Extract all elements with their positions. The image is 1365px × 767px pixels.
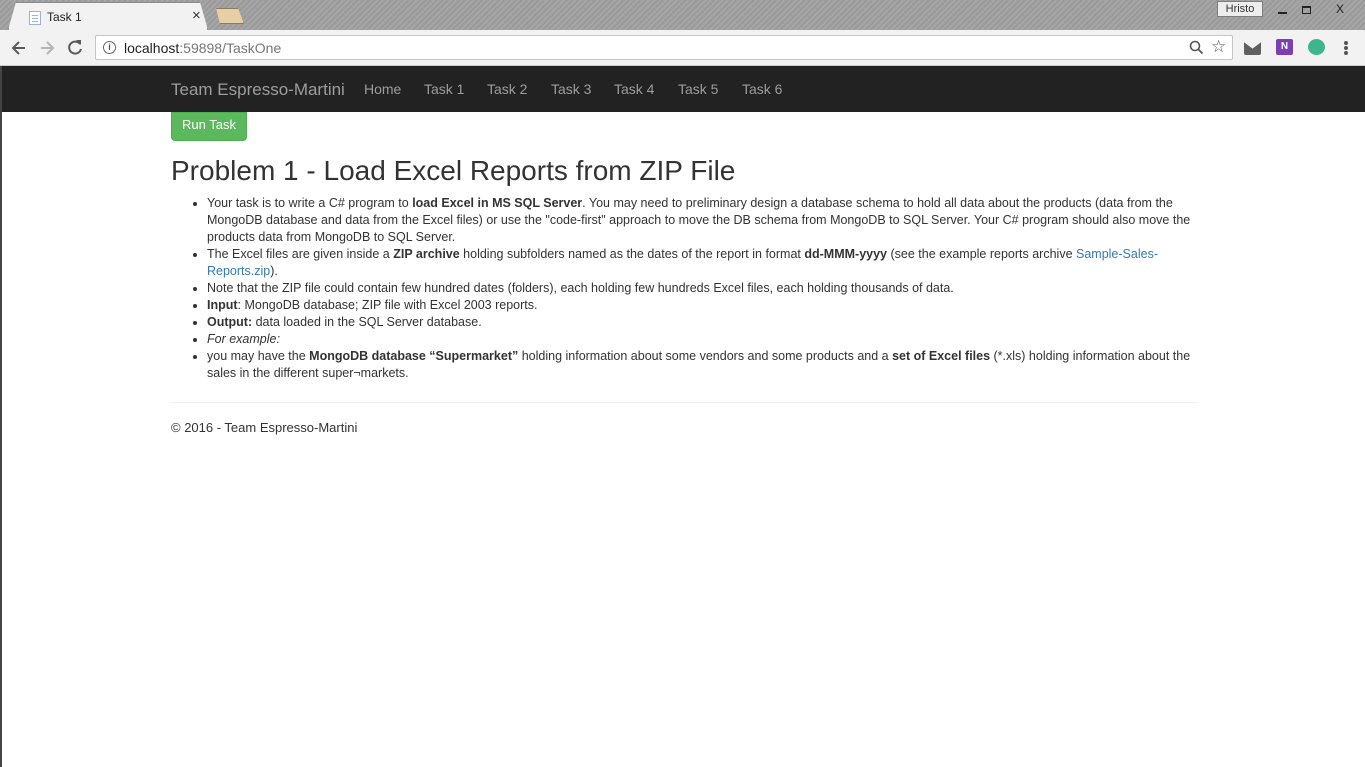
page-icon — [29, 11, 41, 25]
menu-icon[interactable] — [1344, 41, 1348, 55]
restore-button[interactable] — [1295, 0, 1317, 18]
reload-icon[interactable] — [65, 38, 85, 58]
page-title: Problem 1 - Load Excel Reports from ZIP … — [171, 155, 736, 186]
list-item: you may have the MongoDB database “Super… — [207, 348, 1197, 382]
url-text[interactable]: localhost:59898/TaskOne — [124, 40, 281, 56]
profile-button[interactable]: Hristo — [1217, 1, 1263, 17]
minimize-button[interactable] — [1271, 0, 1293, 18]
back-arrow-icon[interactable] — [9, 38, 29, 58]
mail-icon[interactable] — [1244, 42, 1261, 55]
list-item: Note that the ZIP file could contain few… — [207, 280, 1197, 297]
problem-description: Your task is to write a C# program to lo… — [171, 195, 1197, 382]
extension-icon[interactable] — [1308, 39, 1325, 55]
tab-title: Task 1 — [47, 10, 82, 24]
list-item: Output: data loaded in the SQL Server da… — [207, 314, 1197, 331]
restore-icon — [1301, 5, 1311, 14]
list-item: The Excel files are given inside a ZIP a… — [207, 246, 1197, 280]
minimize-icon — [1277, 11, 1287, 14]
nav-task-1[interactable]: Task 1 — [424, 81, 464, 97]
browser-tab[interactable]: Task 1 × — [8, 2, 208, 30]
star-icon[interactable]: ☆ — [1211, 37, 1226, 57]
nav-task-3[interactable]: Task 3 — [551, 81, 591, 97]
footer-text: © 2016 - Team Espresso-Martini — [171, 420, 358, 435]
web-page: Team Espresso-Martini Home Task 1 Task 2… — [0, 66, 1365, 767]
address-bar[interactable]: i localhost:59898/TaskOne ☆ — [95, 35, 1233, 60]
nav-home[interactable]: Home — [364, 81, 401, 97]
site-navbar: Team Espresso-Martini Home Task 1 Task 2… — [2, 66, 1365, 112]
browser-title-bar: Task 1 × Hristo X — [0, 0, 1365, 30]
nav-task-5[interactable]: Task 5 — [678, 81, 718, 97]
brand-link[interactable]: Team Espresso-Martini — [171, 80, 345, 100]
forward-arrow-icon[interactable] — [37, 38, 57, 58]
window-close-button[interactable]: X — [1319, 0, 1361, 18]
list-item: Your task is to write a C# program to lo… — [207, 195, 1197, 246]
zoom-icon[interactable] — [1189, 40, 1204, 55]
info-icon[interactable]: i — [103, 41, 116, 54]
tab-close-icon[interactable]: × — [192, 8, 201, 24]
list-item: Input: MongoDB database; ZIP file with E… — [207, 297, 1197, 314]
divider — [171, 402, 1197, 403]
run-task-button[interactable]: Run Task — [171, 112, 247, 141]
list-item: For example: — [207, 331, 1197, 348]
nav-task-2[interactable]: Task 2 — [487, 81, 527, 97]
nav-task-4[interactable]: Task 4 — [614, 81, 654, 97]
onenote-icon[interactable]: N — [1276, 39, 1293, 55]
nav-task-6[interactable]: Task 6 — [742, 81, 782, 97]
new-tab-button[interactable] — [216, 8, 244, 24]
browser-toolbar: i localhost:59898/TaskOne ☆ N — [0, 30, 1365, 66]
